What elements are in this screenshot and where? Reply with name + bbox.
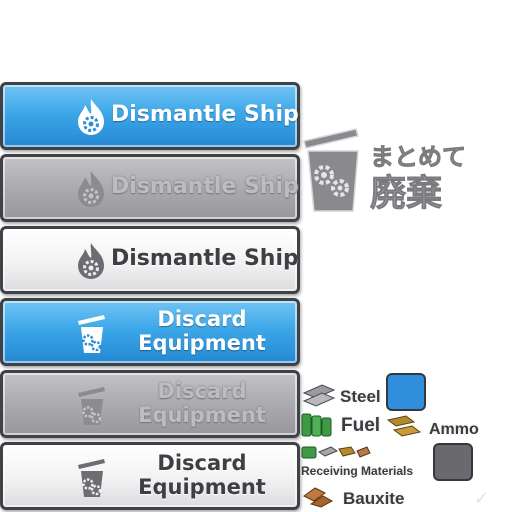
dismantle-ship-button-gray[interactable]: Dismantle Ship [0, 154, 300, 222]
flame-gear-icon [78, 99, 104, 135]
button-label: Discard Equipment [103, 379, 301, 427]
flame-gear-icon [78, 243, 104, 279]
discard-equipment-button-blue[interactable]: Discard Equipment [0, 298, 300, 366]
fuel-icon [301, 413, 332, 437]
steel-icon [302, 384, 336, 407]
label-line-1: Discard [157, 451, 247, 475]
receiving-materials-label: Receiving Materials [301, 464, 414, 478]
discard-equipment-button-white[interactable]: Discard Equipment [0, 442, 300, 510]
blue-color-swatch [386, 373, 426, 411]
materials-icon [301, 446, 371, 459]
button-label: Discard Equipment [103, 451, 301, 499]
steel-label: Steel [340, 387, 381, 406]
bauxite-icon [303, 487, 334, 508]
button-label: Dismantle Ship [111, 102, 299, 127]
logo-text-line2: 廃棄 [370, 173, 443, 214]
label-line-2: Equipment [138, 403, 266, 427]
ammo-label: Ammo [429, 421, 479, 438]
button-label: Dismantle Ship [111, 174, 299, 199]
label-line-2: Equipment [138, 331, 266, 355]
check-icon: ✓ [474, 488, 490, 509]
bulk-discard-logo: まとめて 廃棄 [303, 128, 465, 214]
label-line-1: Discard [157, 307, 247, 331]
flame-gear-icon [78, 171, 104, 207]
button-label: Discard Equipment [103, 307, 301, 355]
logo-text-line1: まとめて [370, 143, 465, 171]
trash-gear-logo-icon [303, 128, 359, 212]
bauxite-label: Bauxite [343, 489, 405, 508]
discard-equipment-button-gray[interactable]: Discard Equipment [0, 370, 300, 438]
label-line-1: Discard [157, 379, 247, 403]
label-line-2: Equipment [138, 475, 266, 499]
gray-color-swatch [433, 443, 473, 481]
button-label: Dismantle Ship [111, 246, 299, 271]
fuel-label: Fuel [341, 415, 381, 436]
ammo-icon [386, 415, 422, 437]
dismantle-ship-button-white[interactable]: Dismantle Ship [0, 226, 300, 294]
dismantle-ship-button-blue[interactable]: Dismantle Ship [0, 82, 300, 150]
